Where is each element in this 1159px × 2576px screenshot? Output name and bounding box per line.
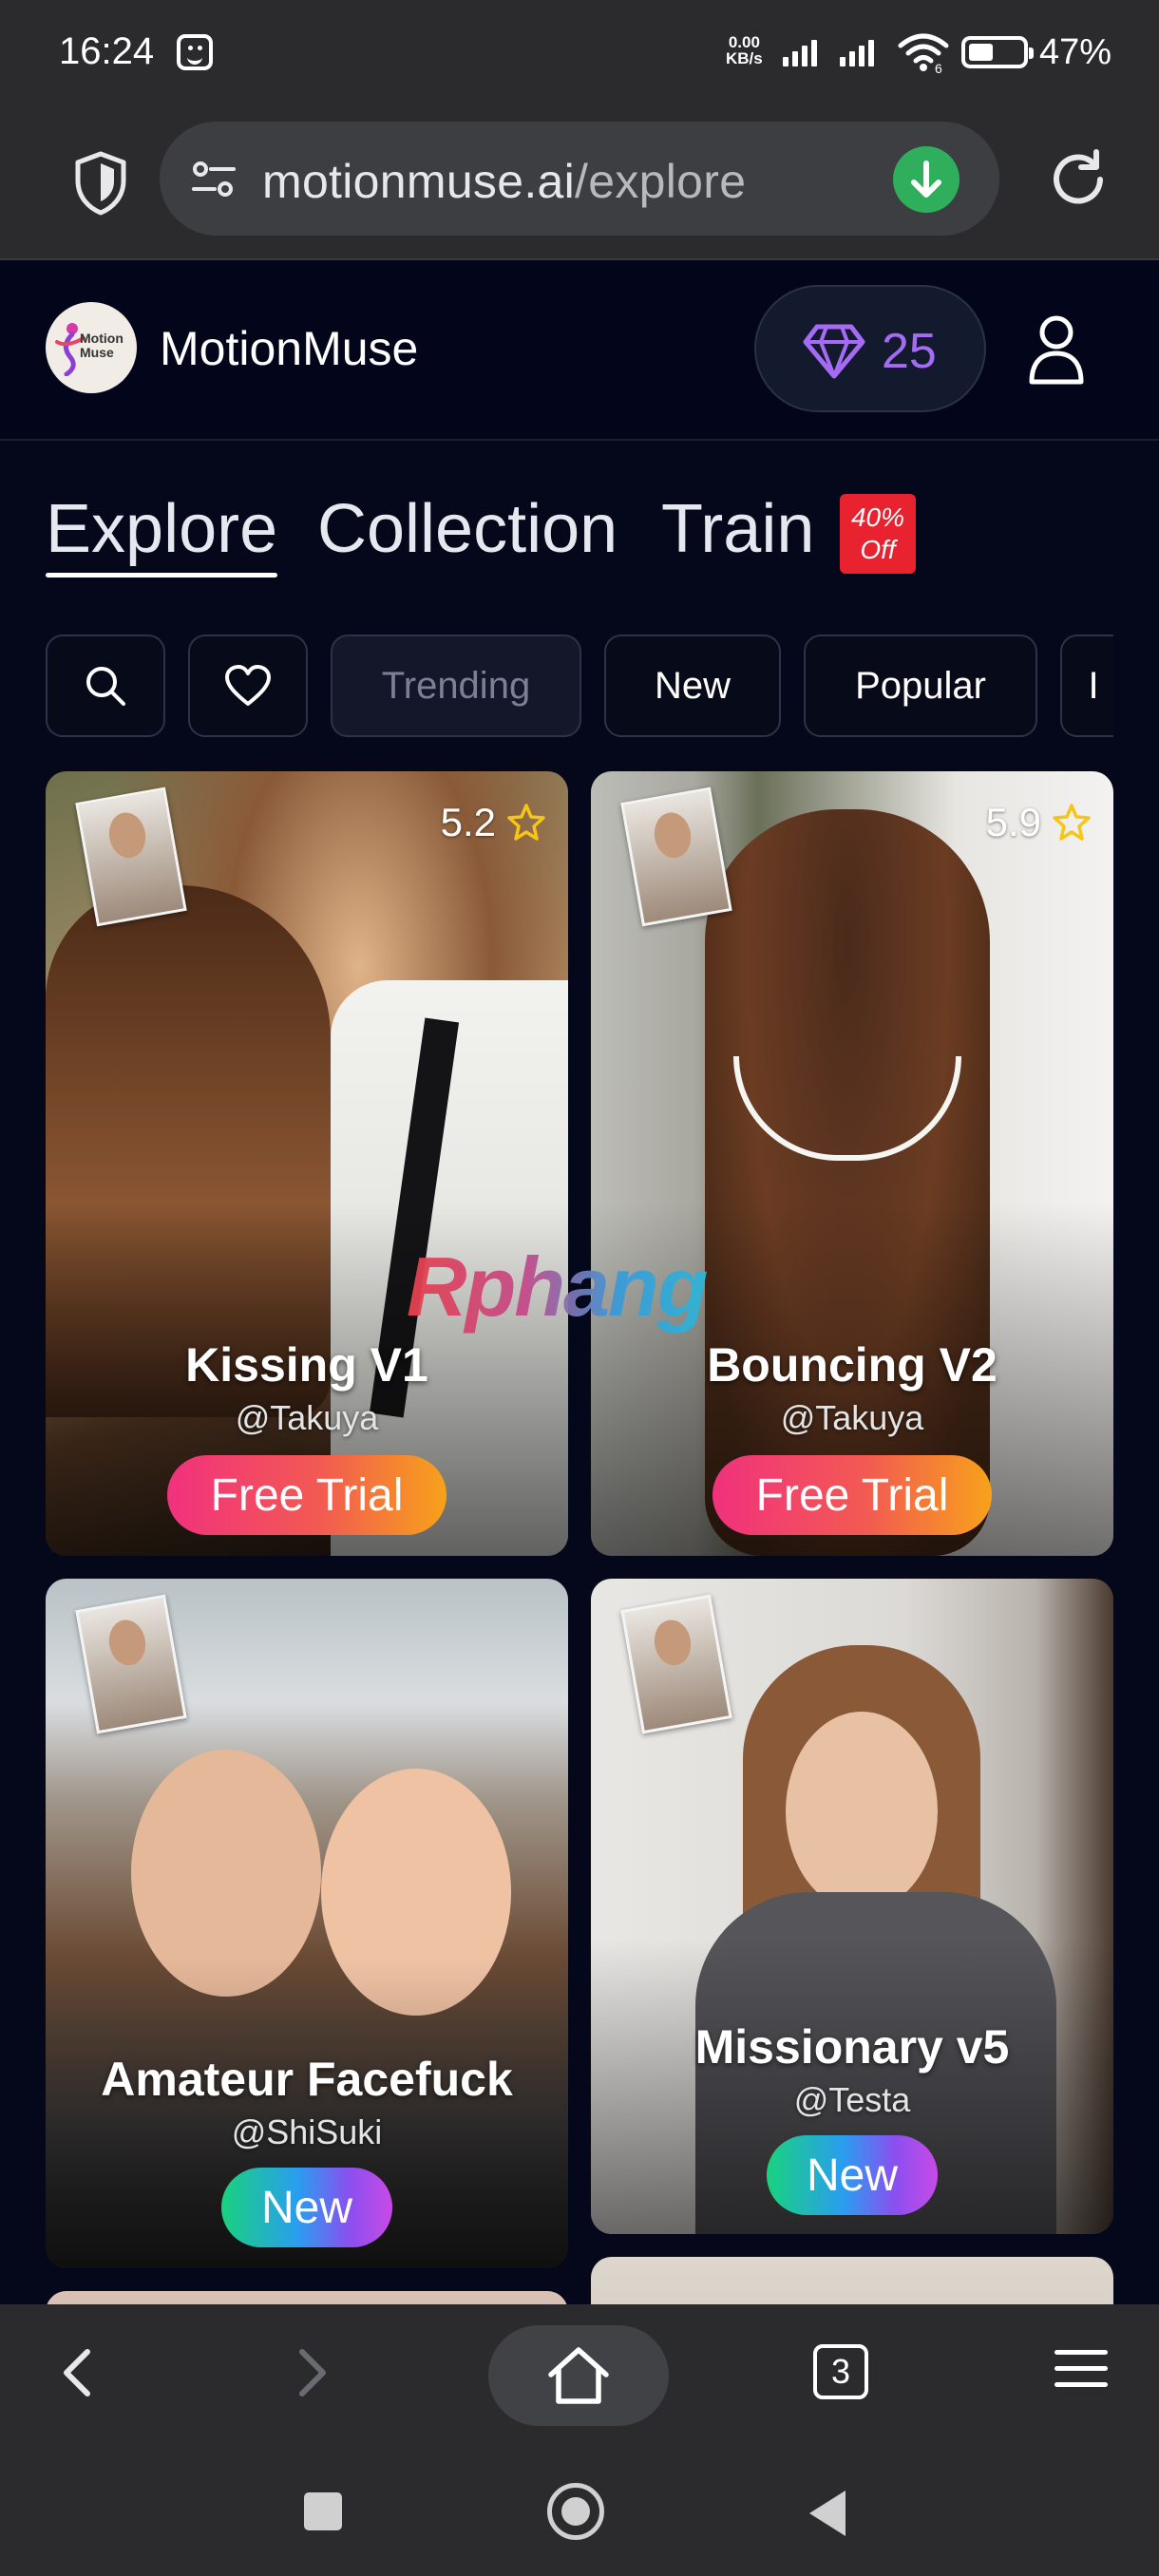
net-speed-value: 0.00 <box>728 33 760 51</box>
watermark: Rphang <box>407 1240 709 1334</box>
model-card[interactable]: 5.9 Bouncing V2 @Takuya Free Trial <box>591 771 1113 1556</box>
app-notification-icon <box>177 34 213 70</box>
discount-badge: 40% Off <box>840 494 916 574</box>
download-icon <box>911 161 941 198</box>
battery-percent: 47% <box>1039 32 1112 72</box>
browser-toolbar: motionmuse.ai/explore <box>0 112 1159 260</box>
card-title: Amateur Facefuck <box>101 2053 513 2106</box>
system-nav-bar <box>0 2441 1159 2576</box>
filter-new[interactable]: New <box>604 635 781 737</box>
filter-popular[interactable]: Popular <box>804 635 1037 737</box>
reload-icon[interactable] <box>1047 148 1110 211</box>
new-badge-button[interactable]: New <box>767 2135 938 2215</box>
rating-value: 5.9 <box>985 800 1041 844</box>
tab-explore[interactable]: Explore <box>46 490 278 578</box>
search-button[interactable] <box>46 635 165 737</box>
gems-balance-button[interactable]: 25 <box>754 285 986 412</box>
card-rating: 5.2 <box>441 800 547 845</box>
wifi-badge: 6 <box>935 61 942 74</box>
tune-icon[interactable] <box>192 160 236 199</box>
url-path: /explore <box>575 155 747 208</box>
model-card[interactable]: Amateur Facefuck @ShiSuki New <box>46 1579 568 2268</box>
recent-apps-button[interactable] <box>304 2492 342 2530</box>
site-header: Motion Muse MotionMuse 25 <box>0 260 1159 441</box>
menu-icon[interactable] <box>1054 2350 1108 2392</box>
card-author: @Takuya <box>780 1398 924 1437</box>
home-icon <box>548 2347 609 2404</box>
back-icon[interactable] <box>55 2346 99 2399</box>
logo-line-1: Motion <box>80 331 124 346</box>
model-card[interactable]: 5.2 Kissing V1 @Takuya Free Trial <box>46 771 568 1556</box>
brand-name[interactable]: MotionMuse <box>160 321 418 376</box>
status-bar: 16:24 0.00 KB/s 6 47% <box>0 0 1159 112</box>
signal-icon <box>783 36 817 66</box>
browser-bottom-bar: 3 <box>0 2304 1159 2441</box>
model-card[interactable]: Missionary v5 @Testa New <box>591 1579 1113 2234</box>
search-icon <box>86 667 125 706</box>
card-author: @Testa <box>793 2080 911 2119</box>
free-trial-button[interactable]: Free Trial <box>712 1455 992 1535</box>
net-speed-unit: KB/s <box>726 49 763 67</box>
discount-percent: 40% <box>850 502 905 532</box>
logo-line-2: Muse <box>80 345 114 360</box>
user-icon[interactable] <box>1028 313 1085 386</box>
card-title: Bouncing V2 <box>707 1338 998 1392</box>
url-text[interactable]: motionmuse.ai/explore <box>262 154 746 209</box>
free-trial-button[interactable]: Free Trial <box>167 1455 446 1535</box>
home-button[interactable] <box>488 2325 669 2426</box>
status-time: 16:24 <box>59 30 155 72</box>
filter-trending[interactable]: Trending <box>331 635 581 737</box>
card-author: @Takuya <box>235 1398 379 1437</box>
tab-train[interactable]: Train <box>661 490 814 568</box>
heart-icon <box>225 665 271 706</box>
signal-icon <box>840 36 874 66</box>
filter-more-label: I <box>1088 664 1099 707</box>
forward-icon[interactable] <box>291 2346 334 2399</box>
wifi-icon: 6 <box>898 33 949 74</box>
favorites-button[interactable] <box>188 635 308 737</box>
gem-count: 25 <box>882 324 937 379</box>
logo-text: Motion Muse <box>80 331 124 360</box>
new-badge-button[interactable]: New <box>221 2168 392 2247</box>
site-logo[interactable]: Motion Muse <box>46 302 137 393</box>
card-rating: 5.9 <box>986 800 1092 845</box>
battery-fill <box>969 44 993 61</box>
system-back-button[interactable] <box>809 2491 846 2536</box>
system-home-button[interactable] <box>547 2483 604 2540</box>
card-title: Missionary v5 <box>694 2020 1010 2074</box>
tab-switcher-button[interactable]: 3 <box>813 2344 868 2399</box>
card-title: Kissing V1 <box>185 1338 428 1392</box>
star-icon <box>507 804 545 841</box>
url-host: motionmuse.ai <box>262 155 576 208</box>
address-bar[interactable]: motionmuse.ai/explore <box>160 122 999 236</box>
discount-off: Off <box>860 535 896 564</box>
diamond-icon <box>803 324 865 379</box>
star-icon <box>1053 804 1091 841</box>
chips-scroll-edge <box>1113 608 1159 760</box>
battery-icon <box>961 36 1034 68</box>
net-speed: 0.00 KB/s <box>726 34 763 66</box>
tab-collection[interactable]: Collection <box>317 490 618 568</box>
shield-icon[interactable] <box>72 150 129 217</box>
download-button[interactable] <box>893 146 960 213</box>
rating-value: 5.2 <box>440 800 496 844</box>
card-author: @ShiSuki <box>231 2112 383 2151</box>
